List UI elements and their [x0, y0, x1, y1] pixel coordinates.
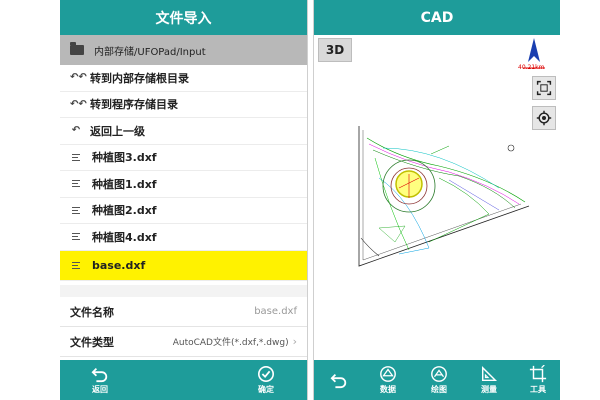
double-back-arrow-icon: ↶↶ [70, 72, 87, 84]
list-item-app-dir[interactable]: ↶↶ 转到程序存储目录 [60, 92, 307, 118]
check-circle-icon [257, 365, 275, 383]
section-divider [60, 285, 307, 297]
draw-icon [431, 366, 447, 382]
file-item[interactable]: 种植图3.dxf [60, 145, 307, 171]
file-import-panel: 文件导入 内部存储/UFOPad/Input ↶↶ 转到内部存储根目录 ↶↶ 转… [60, 0, 308, 400]
scale-label: 40.21km [518, 64, 545, 71]
undo-arrow-icon [330, 373, 347, 389]
file-list: ↶↶ 转到内部存储根目录 ↶↶ 转到程序存储目录 ↶ 返回上一级 种植图3.dx… [60, 65, 307, 281]
file-type-label: 文件类型 [70, 335, 114, 349]
file-item[interactable]: 种植图1.dxf [60, 171, 307, 198]
fit-screen-icon [536, 80, 552, 96]
layers-icon [380, 366, 396, 382]
tools-label: 工具 [530, 385, 546, 394]
file-type-row[interactable]: 文件类型 AutoCAD文件(*.dxf,*.dwg) › [60, 327, 307, 357]
file-name-value: base.dxf [254, 306, 297, 317]
file-lines-icon [72, 261, 80, 269]
file-lines-icon [72, 233, 80, 241]
confirm-label: 确定 [258, 385, 274, 394]
back-arrow-icon: ↶ [71, 125, 81, 137]
measure-button[interactable]: 测量 [471, 360, 507, 400]
data-button[interactable]: 数据 [370, 360, 406, 400]
file-item[interactable]: 种植图4.dxf [60, 224, 307, 251]
file-type-value: AutoCAD文件(*.dxf,*.dwg) [172, 338, 289, 348]
3d-toggle-button[interactable]: 3D [318, 38, 352, 62]
confirm-button[interactable]: 确定 [248, 360, 284, 400]
folder-icon [70, 42, 84, 55]
crop-icon [529, 365, 547, 383]
file-item[interactable]: 种植图2.dxf [60, 198, 307, 224]
measure-label: 测量 [481, 385, 497, 394]
draw-label: 绘图 [431, 385, 447, 394]
tools-button[interactable]: 工具 [520, 360, 556, 400]
draw-button[interactable]: 绘图 [421, 360, 457, 400]
back-label: 返回 [92, 385, 108, 394]
list-item-label: 转到程序存储目录 [90, 98, 178, 112]
cad-drawing[interactable] [339, 118, 539, 278]
file-item-label: 种植图3.dxf [92, 151, 157, 165]
file-name-label: 文件名称 [70, 305, 114, 319]
list-item-label: 转到内部存储根目录 [90, 71, 189, 85]
list-item-label: 返回上一级 [90, 124, 145, 138]
cad-panel: CAD 3D 40.21km 数据 绘图 测量 工具 [313, 0, 560, 400]
file-item-label: 种植图1.dxf [92, 177, 157, 191]
file-lines-icon [72, 206, 80, 214]
file-item-label: 种植图4.dxf [92, 230, 157, 244]
file-lines-icon [72, 180, 80, 188]
file-item-label: 种植图2.dxf [92, 204, 157, 218]
cad-toolbar: 数据 绘图 测量 工具 [314, 360, 560, 400]
path-bar: 内部存储/UFOPad/Input [60, 35, 307, 65]
chevron-right-icon: › [292, 335, 297, 348]
zoom-extent-button[interactable] [532, 76, 556, 100]
undo-arrow-icon [91, 367, 108, 383]
data-label: 数据 [380, 385, 396, 394]
file-import-title: 文件导入 [60, 0, 307, 35]
current-path: 内部存储/UFOPad/Input [94, 46, 206, 58]
list-item-root[interactable]: ↶↶ 转到内部存储根目录 [60, 65, 307, 92]
file-lines-icon [72, 153, 80, 161]
ruler-triangle-icon [481, 365, 498, 382]
bottom-bar: 返回 确定 [60, 360, 307, 400]
cad-title: CAD [314, 0, 560, 35]
file-item-label: base.dxf [92, 258, 146, 272]
file-item-selected[interactable]: base.dxf [60, 250, 307, 281]
back-button[interactable]: 返回 [82, 360, 118, 400]
back-button[interactable] [324, 360, 354, 400]
double-back-arrow-icon: ↶↶ [70, 98, 87, 110]
file-name-row[interactable]: 文件名称 base.dxf [60, 297, 307, 327]
list-item-parent[interactable]: ↶ 返回上一级 [60, 118, 307, 145]
